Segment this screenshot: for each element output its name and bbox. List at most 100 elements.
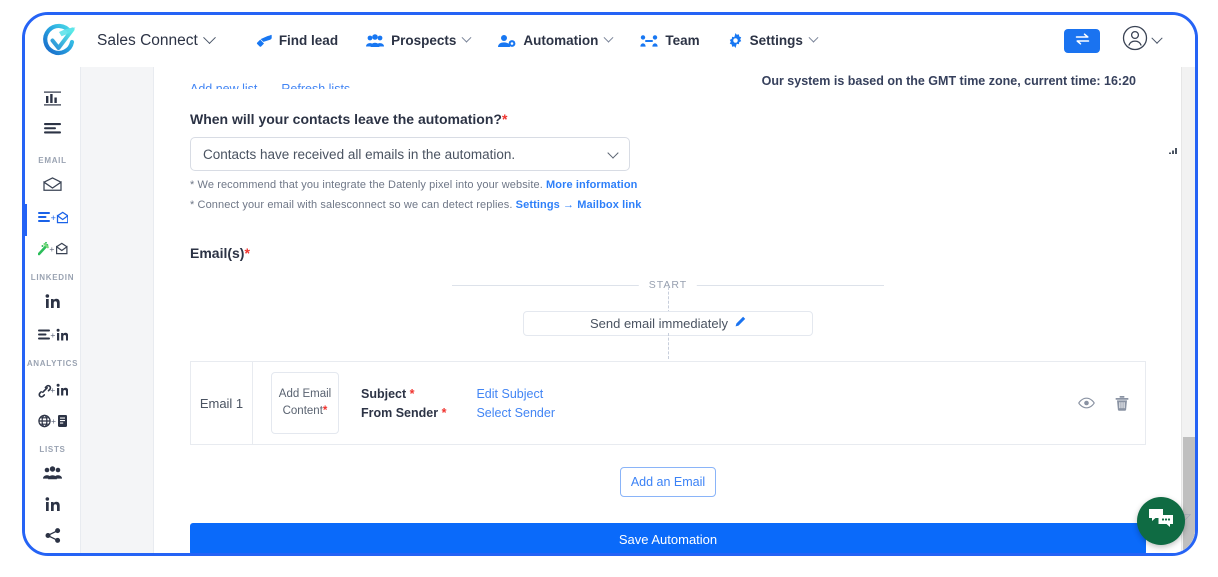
chevron-down-icon [202, 31, 216, 45]
chat-support-button[interactable] [1137, 497, 1185, 545]
helper-pixel: * We recommend that you integrate the Da… [190, 179, 1146, 191]
gear-icon [728, 33, 743, 48]
emails-label: Email(s)* [190, 245, 1146, 261]
leave-automation-select[interactable]: Contacts have received all emails in the… [190, 137, 630, 171]
svg-text:+: + [49, 244, 54, 254]
from-sender-label-text: From Sender [361, 405, 439, 420]
subject-label-text: Subject [361, 386, 407, 401]
envelope-icon [43, 176, 62, 197]
nav-label: Find lead [278, 33, 339, 48]
sidebar-item-linkedin-analytics[interactable]: + [25, 374, 81, 405]
leave-automation-selected-value: Contacts have received all emails in the… [203, 146, 516, 162]
user-menu[interactable] [1122, 25, 1163, 56]
add-email-content-line2: Content [282, 405, 323, 417]
left-sidebar: EMAIL + + LINKEDIN + ANALYTICS + + LISTS [25, 67, 81, 553]
leave-automation-label-text: When will your contacts leave the automa… [190, 111, 502, 127]
navbar-right [1064, 25, 1195, 56]
nav-item-automation[interactable]: Automation [498, 32, 614, 48]
nav-item-settings[interactable]: Settings [728, 32, 819, 48]
mailbox-link[interactable]: Settings → Mailbox link [516, 199, 642, 211]
refresh-lists-link[interactable]: Refresh lists [281, 82, 350, 89]
edit-subject-link[interactable]: Edit Subject [476, 387, 555, 401]
sidebar-item-email-single[interactable] [25, 171, 81, 202]
sidebar-item-email-magic[interactable]: + [25, 233, 81, 264]
email-fields: Subject * Edit Subject From Sender * Sel… [361, 387, 555, 420]
megaphone-icon [256, 34, 272, 48]
switch-account-button[interactable] [1064, 28, 1100, 53]
sidebar-item-email-automation[interactable]: + [25, 202, 81, 236]
send-timing-label: Send email immediately [589, 316, 728, 331]
user-circle-icon [1122, 25, 1148, 56]
team-icon [640, 34, 658, 48]
resize-grip-icon[interactable]: ◸ [1184, 512, 1191, 523]
nav-label: Team [665, 33, 700, 48]
timezone-note: Our system is based on the GMT time zone… [761, 74, 1136, 88]
add-new-list-link[interactable]: Add new list [190, 82, 257, 89]
app-logo[interactable] [31, 23, 87, 59]
sidebar-group-label-lists: LISTS [39, 445, 66, 454]
sidebar-item-web-analytics[interactable]: + [25, 405, 81, 436]
pencil-icon[interactable] [734, 316, 746, 331]
sidebar-item-contact-lists[interactable] [25, 460, 81, 491]
list-plus-envelope-icon: + [37, 210, 68, 226]
select-sender-link[interactable]: Select Sender [476, 406, 555, 420]
emails-label-text: Email(s) [190, 245, 245, 261]
scrollbar-thumb[interactable] [1183, 437, 1195, 553]
nav-items: Find lead Prospects Automation Team Sett… [256, 32, 819, 48]
linkedin-icon [45, 496, 61, 517]
svg-text:+: + [50, 330, 55, 340]
from-sender-field-label: From Sender * [361, 406, 446, 420]
eye-icon[interactable] [1078, 397, 1095, 409]
top-navbar: Sales Connect Find lead Prospects Automa… [25, 15, 1195, 67]
nav-item-team[interactable]: Team [640, 33, 700, 48]
email-flow-diagram: START Send email immediately [190, 271, 1146, 359]
automation-form-card: Add new list Refresh lists Our system is… [153, 67, 1183, 553]
brand-switcher[interactable]: Sales Connect [97, 31, 216, 50]
add-email-content-line1: Add Email [278, 388, 332, 401]
nav-item-prospects[interactable]: Prospects [366, 32, 472, 48]
add-email-content-line2-wrap: Content* [283, 403, 328, 420]
required-asterisk: * [409, 386, 415, 401]
subject-field-label: Subject * [361, 387, 446, 401]
list-actions-row: Add new list Refresh lists Our system is… [190, 67, 1146, 89]
list-lines-icon [44, 122, 61, 141]
chevron-down-icon [1151, 32, 1163, 44]
people-icon [366, 33, 385, 48]
linkedin-icon [45, 293, 61, 314]
table-row: Email 1 Add Email Content* Subject * Edi… [190, 361, 1146, 445]
main-content: Add new list Refresh lists Our system is… [81, 67, 1195, 553]
inner-scroll-up-arrow[interactable] [1169, 143, 1179, 154]
chevron-down-icon [607, 147, 619, 159]
flow-connector-bottom [668, 333, 669, 359]
app-window: Sales Connect Find lead Prospects Automa… [22, 12, 1198, 556]
chevron-down-icon [808, 32, 819, 43]
person-gear-icon [498, 34, 516, 48]
save-automation-button[interactable]: Save Automation [190, 523, 1146, 553]
add-an-email-button[interactable]: Add an Email [620, 467, 716, 497]
nav-label: Prospects [391, 33, 457, 48]
add-email-content-button[interactable]: Add Email Content* [271, 372, 339, 434]
helper-mailbox: * Connect your email with salesconnect s… [190, 199, 1146, 211]
required-asterisk: * [441, 405, 447, 420]
sidebar-item-campaigns[interactable] [25, 116, 81, 147]
list-plus-linkedin-icon: + [37, 327, 68, 343]
share-nodes-icon [45, 527, 61, 548]
required-asterisk: * [244, 245, 250, 261]
sidebar-item-linkedin-automation[interactable]: + [25, 319, 81, 350]
svg-text:+: + [50, 213, 55, 223]
vertical-scrollbar[interactable] [1181, 67, 1195, 553]
more-information-link[interactable]: More information [546, 179, 637, 191]
helper-pixel-text: * We recommend that you integrate the Da… [190, 179, 547, 191]
trash-icon[interactable] [1115, 395, 1129, 411]
email-number-label: Email 1 [191, 362, 253, 444]
required-asterisk: * [322, 405, 328, 417]
svg-text:+: + [51, 416, 56, 426]
sidebar-item-linkedin[interactable] [25, 288, 81, 319]
sidebar-item-dashboard[interactable] [25, 85, 81, 116]
sidebar-item-shared-lists[interactable] [25, 522, 81, 553]
leave-automation-label: When will your contacts leave the automa… [190, 111, 1146, 127]
sidebar-item-linkedin-lists[interactable] [25, 491, 81, 522]
wand-plus-envelope-icon: + [37, 241, 68, 257]
nav-item-find-lead[interactable]: Find lead [256, 33, 338, 48]
people-group-icon [43, 466, 62, 485]
